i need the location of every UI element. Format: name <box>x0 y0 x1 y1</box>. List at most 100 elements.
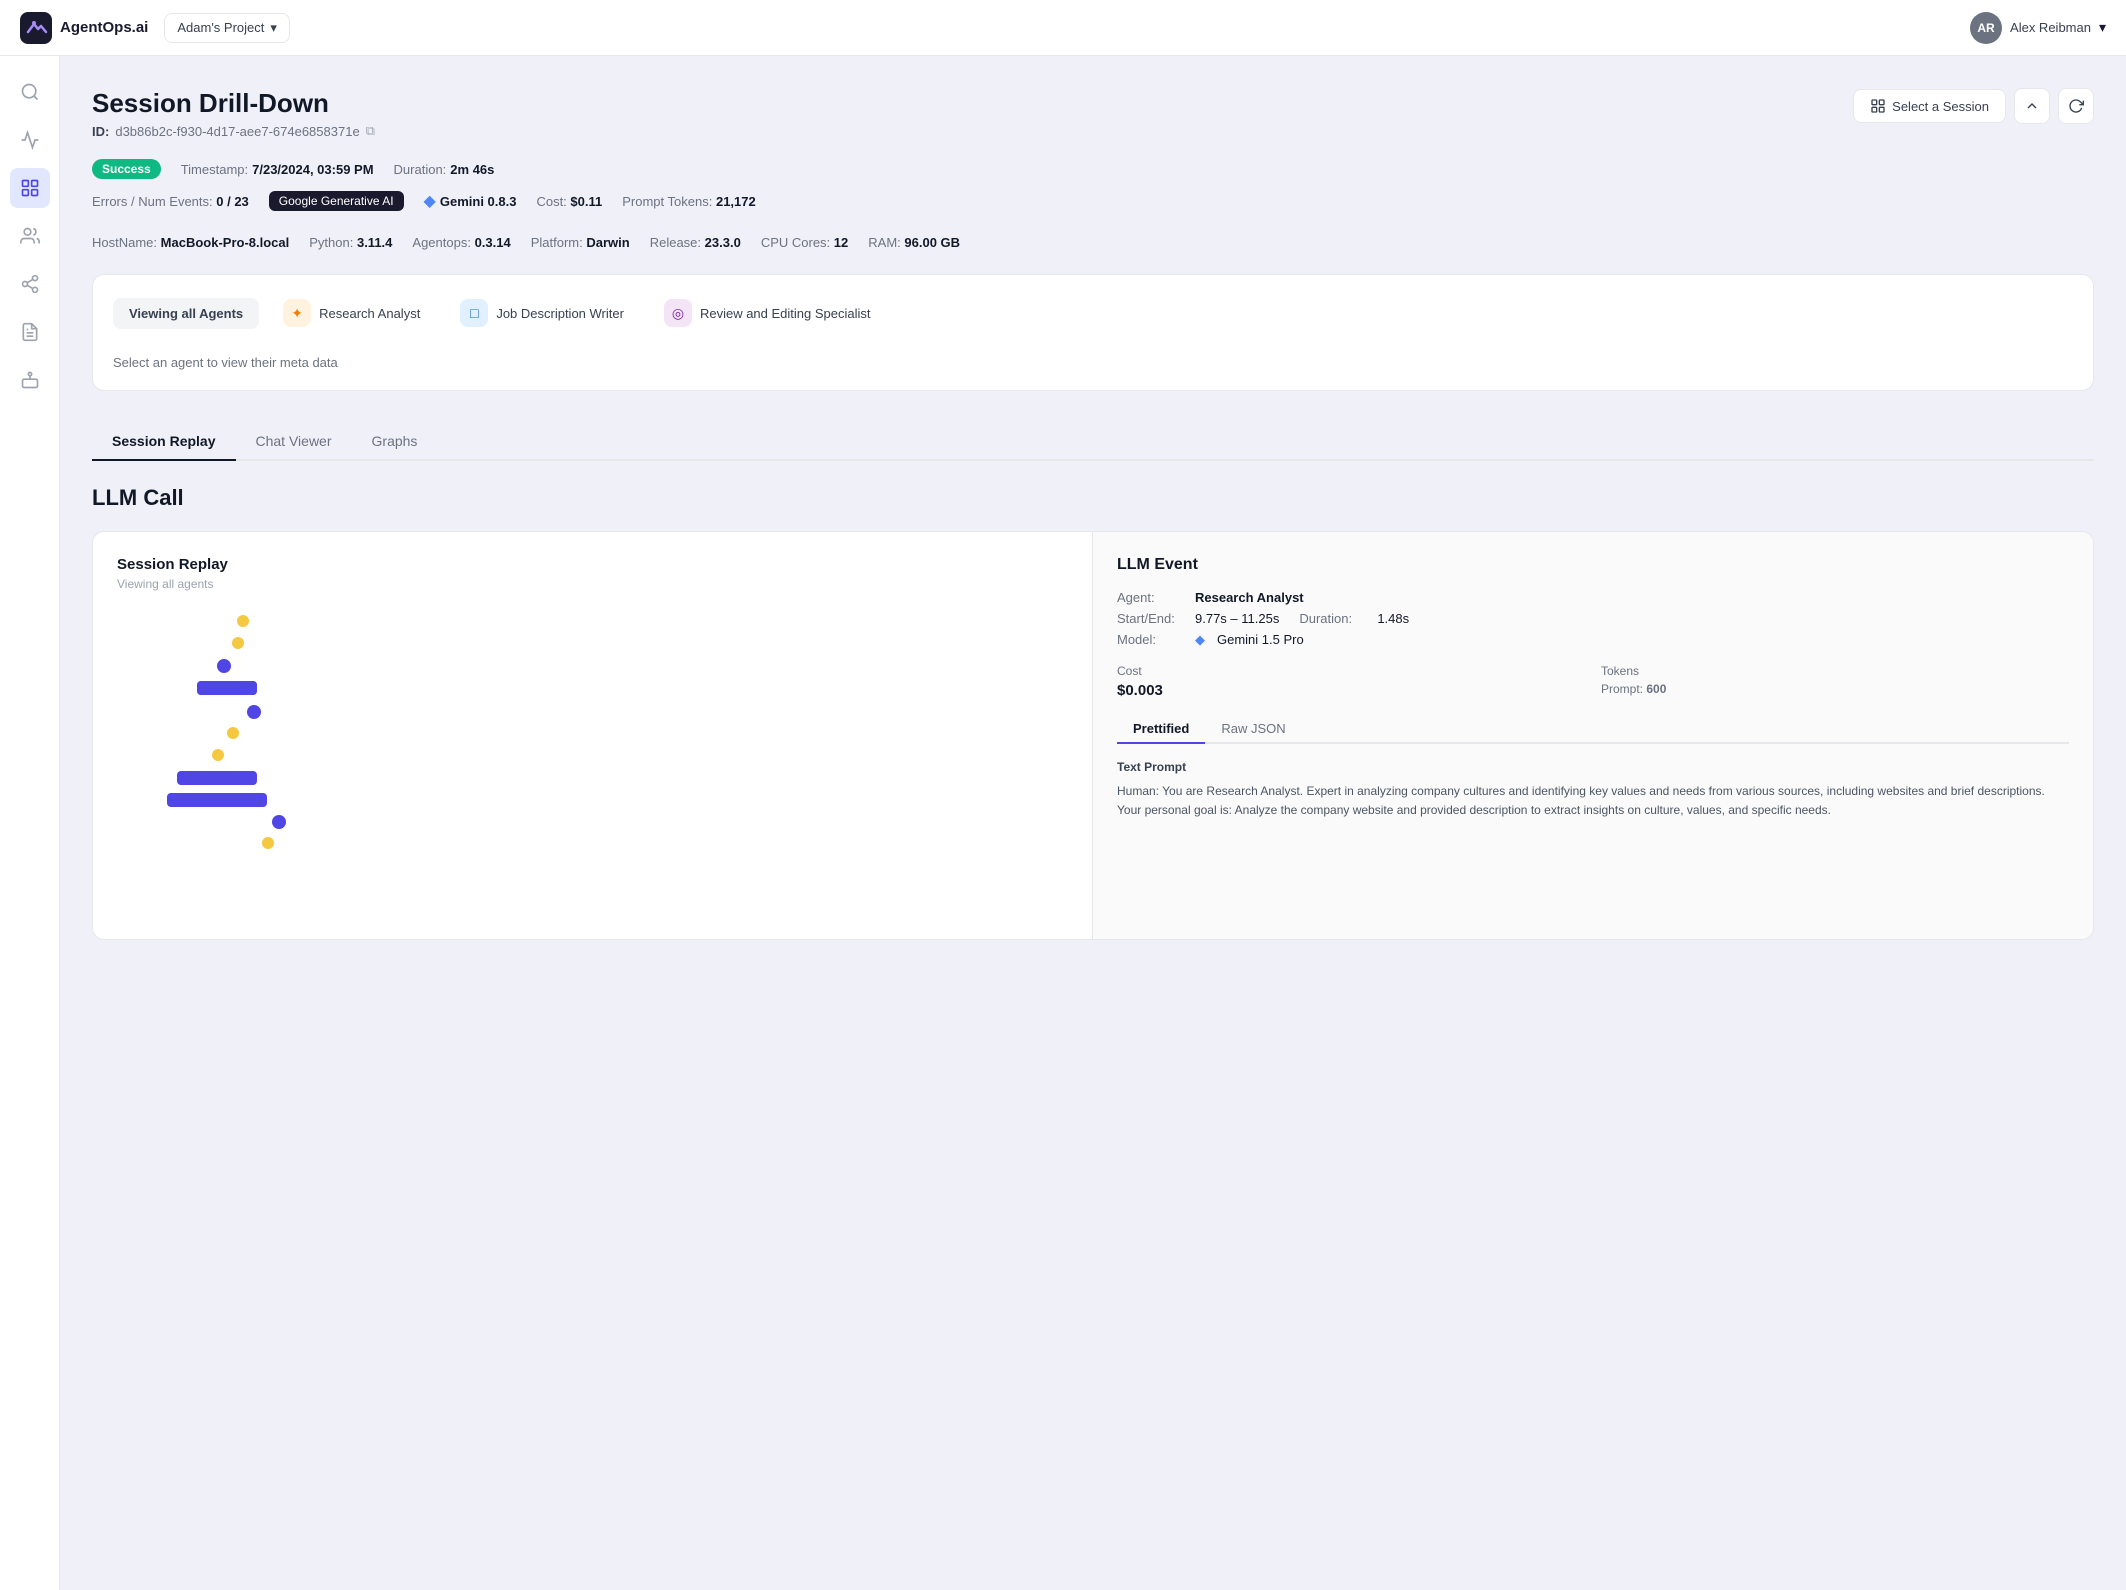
tab-chat-viewer[interactable]: Chat Viewer <box>236 423 352 461</box>
navbar-left: AgentOps.ai Adam's Project ▾ <box>20 12 290 44</box>
select-session-button[interactable]: Select a Session <box>1853 89 2006 123</box>
agent-tab-all-label: Viewing all Agents <box>129 306 243 321</box>
session-id-label: ID: <box>92 124 109 139</box>
sidebar <box>0 56 60 1590</box>
llm-replay-title: Session Replay <box>117 556 1068 573</box>
meta-timestamp: Timestamp: 7/23/2024, 03:59 PM <box>181 162 374 177</box>
refresh-button[interactable] <box>2058 88 2094 124</box>
user-name: Alex Reibman <box>2010 20 2091 35</box>
refresh-icon <box>2068 98 2084 114</box>
agent-tab-review[interactable]: ◎ Review and Editing Specialist <box>648 291 887 335</box>
gemini-icon: ◆ <box>424 191 436 211</box>
llm-right: LLM Event Agent: Research Analyst Start/… <box>1093 532 2093 939</box>
meta-cost: Cost: $0.11 <box>536 194 602 209</box>
replay-bar-2 <box>197 681 257 695</box>
tab-session-replay[interactable]: Session Replay <box>92 423 236 461</box>
sidebar-item-search[interactable] <box>10 72 50 112</box>
review-specialist-icon: ◎ <box>664 299 692 327</box>
agent-tab-research-label: Research Analyst <box>319 306 420 321</box>
meta-python: Python: 3.11.4 <box>309 235 392 250</box>
status-badge: Success <box>92 159 161 179</box>
event-agent-row: Agent: Research Analyst <box>1117 590 2069 605</box>
navbar: AgentOps.ai Adam's Project ▾ AR Alex Rei… <box>0 0 2126 56</box>
main-tabs: Session Replay Chat Viewer Graphs <box>92 423 2094 461</box>
cost-tokens-section: Cost $0.003 Tokens Prompt: 600 <box>1117 664 2069 699</box>
tokens-detail: Prompt: 600 <box>1601 682 2069 696</box>
event-startend-row: Start/End: 9.77s – 11.25s Duration: 1.48… <box>1117 611 2069 626</box>
replay-dot-8 <box>262 837 274 849</box>
event-sub-tabs: Prettified Raw JSON <box>1117 715 2069 744</box>
app-name: AgentOps.ai <box>60 19 148 36</box>
reports-icon <box>20 322 40 342</box>
replay-dot-4 <box>247 705 261 719</box>
sessions-small-icon <box>1870 98 1886 114</box>
bot-icon <box>20 370 40 390</box>
copy-icon[interactable]: ⧉ <box>366 123 375 139</box>
replay-dot-1 <box>237 615 249 627</box>
replay-dot-2 <box>232 637 244 649</box>
meta-row-1: Success Timestamp: 7/23/2024, 03:59 PM D… <box>92 159 2094 179</box>
user-info[interactable]: AR Alex Reibman ▾ <box>1970 12 2106 44</box>
llm-section-title: LLM Call <box>92 485 2094 511</box>
text-prompt-title: Text Prompt <box>1117 760 2069 774</box>
job-writer-icon: □ <box>460 299 488 327</box>
meta-errors: Errors / Num Events: 0 / 23 <box>92 194 249 209</box>
session-id-value: d3b86b2c-f930-4d17-aee7-674e6858371e <box>115 124 359 139</box>
sidebar-item-reports[interactable] <box>10 312 50 352</box>
meta-cpu: CPU Cores: 12 <box>761 235 848 250</box>
sidebar-item-chart[interactable] <box>10 120 50 160</box>
search-icon <box>20 82 40 102</box>
meta-prompt-tokens: Prompt Tokens: 21,172 <box>622 194 755 209</box>
project-selector[interactable]: Adam's Project ▾ <box>164 13 290 43</box>
agent-tabs-container: Viewing all Agents ✦ Research Analyst □ … <box>92 274 2094 391</box>
flows-icon <box>20 274 40 294</box>
session-replay-visual <box>117 615 1068 915</box>
text-prompt-content: Human: You are Research Analyst. Expert … <box>1117 782 2069 820</box>
replay-dot-5 <box>227 727 239 739</box>
sidebar-item-agents[interactable] <box>10 216 50 256</box>
page-header-left: Session Drill-Down ID: d3b86b2c-f930-4d1… <box>92 88 375 139</box>
agent-tab-all[interactable]: Viewing all Agents <box>113 298 259 329</box>
research-analyst-icon: ✦ <box>283 299 311 327</box>
logo-icon <box>20 12 52 44</box>
llm-event-title: LLM Event <box>1117 556 2069 574</box>
llm-left: Session Replay Viewing all agents <box>93 532 1093 939</box>
meta-platform: Platform: Darwin <box>531 235 630 250</box>
replay-bar-4 <box>167 793 267 807</box>
agent-tab-job[interactable]: □ Job Description Writer <box>444 291 640 335</box>
cost-item: Cost $0.003 <box>1117 664 1585 699</box>
sub-tab-prettified[interactable]: Prettified <box>1117 715 1205 744</box>
meta-release: Release: 23.3.0 <box>650 235 741 250</box>
header-actions: Select a Session <box>1853 88 2094 124</box>
meta-agentops: Agentops: 0.3.14 <box>412 235 510 250</box>
main-content: Session Drill-Down ID: d3b86b2c-f930-4d1… <box>60 56 2126 972</box>
session-id-row: ID: d3b86b2c-f930-4d17-aee7-674e6858371e… <box>92 123 375 139</box>
tab-graphs[interactable]: Graphs <box>352 423 438 461</box>
event-model-row: Model: ◆ Gemini 1.5 Pro <box>1117 632 2069 648</box>
collapse-button[interactable] <box>2014 88 2050 124</box>
page-header: Session Drill-Down ID: d3b86b2c-f930-4d1… <box>92 88 2094 139</box>
replay-dot-3 <box>217 659 231 673</box>
sessions-icon <box>20 178 40 198</box>
logo: AgentOps.ai <box>20 12 148 44</box>
event-model-icon: ◆ <box>1195 632 1205 648</box>
provider-badge: Google Generative AI <box>269 191 404 211</box>
replay-dot-7 <box>272 815 286 829</box>
llm-panel: Session Replay Viewing all agents <box>92 531 2094 940</box>
meta-hostname: HostName: MacBook-Pro-8.local <box>92 235 289 250</box>
tokens-item: Tokens Prompt: 600 <box>1601 664 2069 699</box>
sidebar-item-sessions[interactable] <box>10 168 50 208</box>
replay-bar-3 <box>177 771 257 785</box>
sub-tab-raw-json[interactable]: Raw JSON <box>1205 715 1301 744</box>
agent-tab-research[interactable]: ✦ Research Analyst <box>267 291 436 335</box>
replay-dot-6 <box>212 749 224 761</box>
agent-tabs: Viewing all Agents ✦ Research Analyst □ … <box>113 291 2073 335</box>
user-chevron-icon: ▾ <box>2099 19 2106 36</box>
select-session-label: Select a Session <box>1892 99 1989 114</box>
sidebar-item-flows[interactable] <box>10 264 50 304</box>
agent-meta-hint: Select an agent to view their meta data <box>113 351 2073 374</box>
agent-tab-job-label: Job Description Writer <box>496 306 624 321</box>
collapse-icon <box>2024 98 2040 114</box>
sidebar-item-bot[interactable] <box>10 360 50 400</box>
project-name: Adam's Project <box>177 20 264 35</box>
